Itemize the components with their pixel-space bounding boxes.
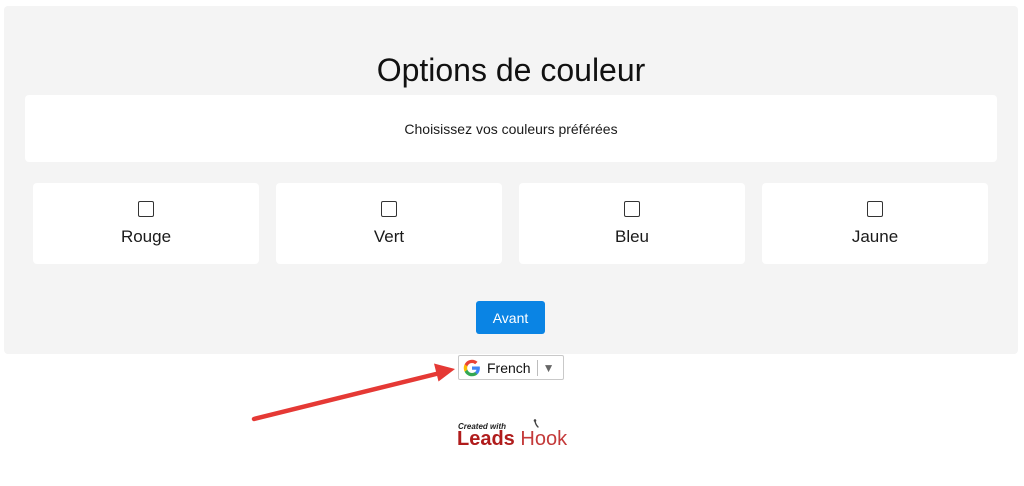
next-button[interactable]: Avant [476, 301, 545, 334]
subtitle-text: Choisissez vos couleurs préférées [404, 120, 618, 137]
option-card-rouge[interactable]: Rouge [33, 183, 259, 264]
form-panel: Options de couleur Choisissez vos couleu… [4, 6, 1018, 354]
page-title: Options de couleur [376, 52, 646, 88]
language-selector[interactable]: French ▼ [458, 355, 564, 380]
selected-language: French [487, 359, 531, 376]
google-g-icon [463, 359, 480, 376]
hook-icon [533, 419, 539, 428]
dropdown-caret-icon[interactable]: ▼ [543, 361, 555, 375]
checkbox-vert[interactable] [381, 201, 397, 217]
divider [536, 359, 538, 376]
option-card-bleu[interactable]: Bleu [519, 183, 745, 264]
option-card-vert[interactable]: Vert [276, 183, 502, 264]
option-card-jaune[interactable]: Jaune [762, 183, 988, 264]
checkbox-rouge[interactable] [138, 201, 154, 217]
option-label: Bleu [614, 227, 650, 246]
leadshook-logo: Created with Leads Hook [456, 419, 568, 454]
color-options: Rouge Vert Bleu Jaune [33, 183, 989, 264]
option-label: Rouge [120, 227, 172, 246]
option-label: Jaune [851, 227, 899, 246]
checkbox-jaune[interactable] [867, 201, 883, 217]
checkbox-bleu[interactable] [624, 201, 640, 217]
option-label: Vert [373, 227, 405, 246]
logo-brand: Leads Hook [457, 429, 567, 449]
logo-brand-bold: Leads [457, 428, 515, 450]
subtitle-box: Choisissez vos couleurs préférées [25, 95, 997, 162]
